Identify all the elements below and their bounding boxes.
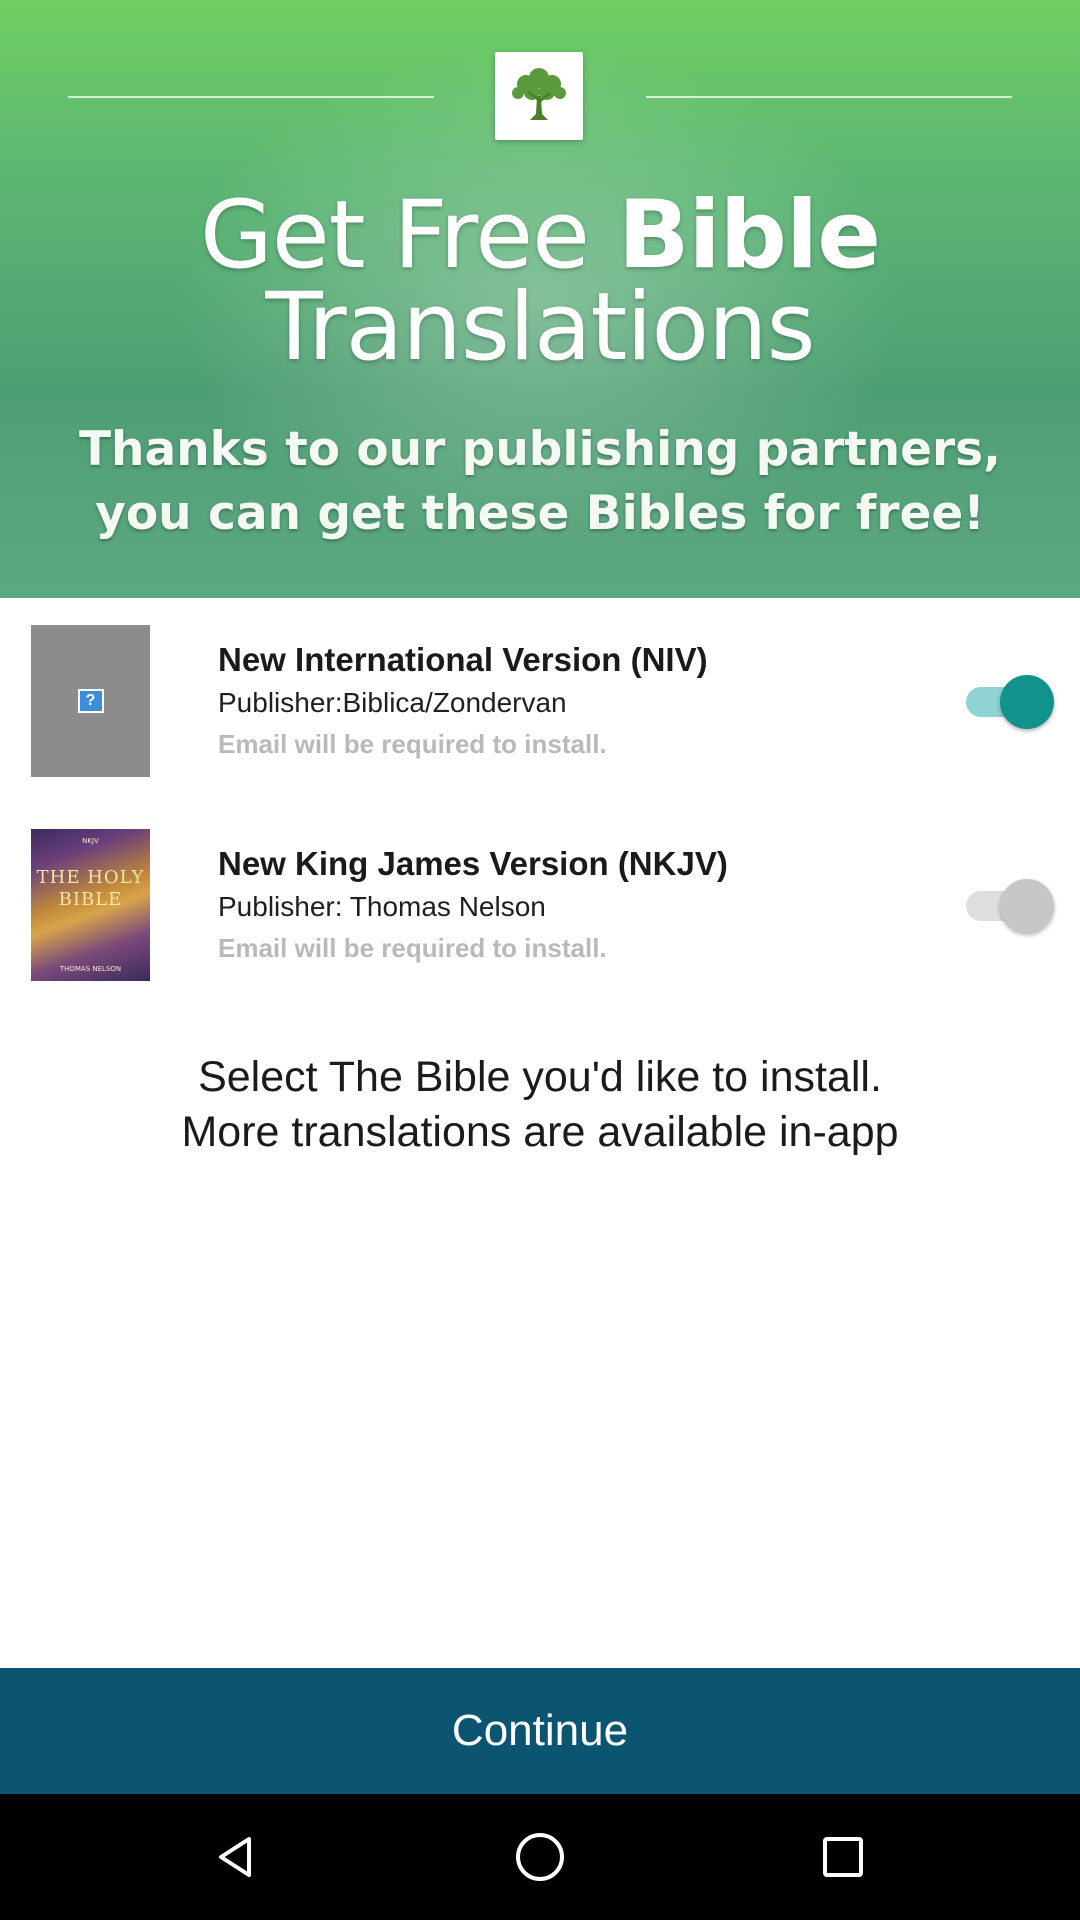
divider-line <box>646 96 1012 98</box>
book-cover-placeholder: ? <box>31 625 150 777</box>
toggle-knob <box>1000 675 1054 729</box>
translation-title: New International Version (NIV) <box>218 641 708 678</box>
navigation-bar <box>0 1794 1080 1920</box>
divider-line <box>68 96 434 98</box>
hero-banner: Get Free Bible Translations Thanks to ou… <box>0 0 1080 598</box>
install-hint: Select The Bible you'd like to install. … <box>0 1050 1080 1160</box>
hero-subtitle: Thanks to our publishing partners, you c… <box>0 418 1080 546</box>
recents-icon[interactable] <box>808 1822 878 1892</box>
image-placeholder-icon: ? <box>77 689 104 713</box>
install-hint-line1: Select The Bible you'd like to install. <box>198 1053 882 1101</box>
hero-title: Get Free Bible Translations <box>0 189 1080 375</box>
tree-icon <box>495 52 583 140</box>
translation-note: Email will be required to install. <box>218 729 607 759</box>
book-cover-holy-bible: NKJV THE HOLY BIBLE THOMAS NELSON <box>31 829 150 981</box>
nkjv-toggle[interactable] <box>966 879 1054 933</box>
back-icon[interactable] <box>200 1822 270 1892</box>
hero-subtitle-line2: you can get these Bibles for free! <box>95 486 985 541</box>
niv-toggle[interactable] <box>966 675 1054 729</box>
translation-item-niv[interactable]: ? New International Version (NIV) Publis… <box>0 625 1080 785</box>
continue-button[interactable]: Continue <box>0 1668 1080 1794</box>
hero-subtitle-line1: Thanks to our publishing partners, <box>78 422 1002 477</box>
translation-note: Email will be required to install. <box>218 933 607 963</box>
hero-title-line2: Translations <box>265 273 815 382</box>
home-icon[interactable] <box>505 1822 575 1892</box>
translation-publisher: Publisher:Biblica/Zondervan <box>218 687 567 718</box>
translation-title: New King James Version (NKJV) <box>218 845 728 882</box>
translation-publisher: Publisher: Thomas Nelson <box>218 891 546 922</box>
cover-title: THE HOLY BIBLE <box>36 867 145 910</box>
toggle-knob <box>1000 879 1054 933</box>
install-hint-line2: More translations are available in-app <box>181 1108 899 1156</box>
translation-item-nkjv[interactable]: NKJV THE HOLY BIBLE THOMAS NELSON New Ki… <box>0 829 1080 989</box>
